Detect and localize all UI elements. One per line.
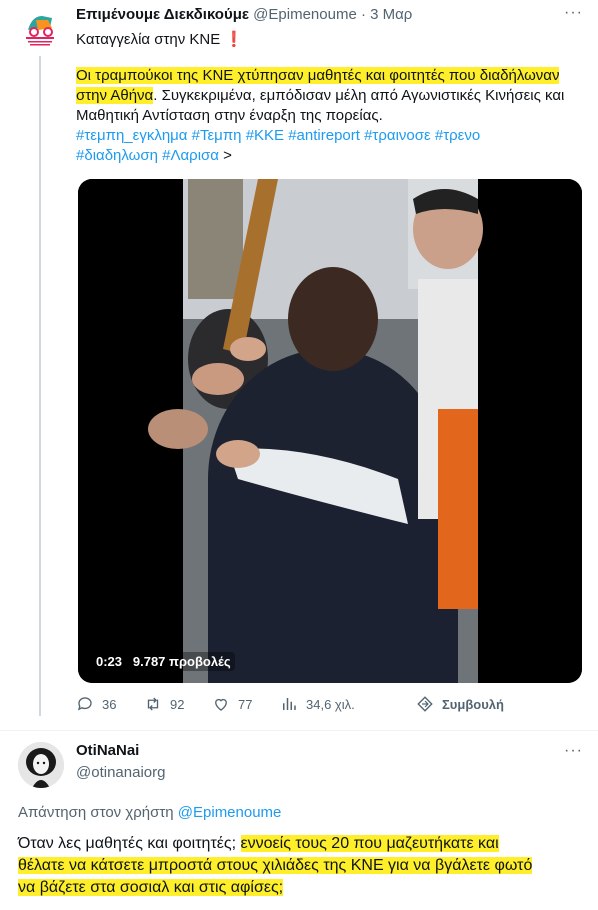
retweet-count: 92 xyxy=(170,696,185,712)
author-name[interactable]: Επιμένουμε Διεκδικούμε xyxy=(76,6,249,23)
retweet-button[interactable]: 92 xyxy=(144,695,184,713)
reply-author-name[interactable]: OtiNaNai xyxy=(76,742,139,759)
more-options-icon[interactable]: ··· xyxy=(564,4,583,22)
video-frame-image xyxy=(78,179,582,683)
exclamation-icon: ❗ xyxy=(224,31,244,48)
reply-icon xyxy=(77,697,92,711)
promote-icon xyxy=(417,696,433,712)
hashtags[interactable]: #διαδηλωση #Λαρισα xyxy=(76,147,219,164)
like-button[interactable]: 77 xyxy=(212,695,252,713)
reply-author-handle[interactable]: @otinanaiorg xyxy=(76,764,165,781)
highlighted-text: στην Αθήνα xyxy=(76,87,154,104)
advice-label: Συμβουλή xyxy=(442,696,504,712)
logo-icon xyxy=(18,6,62,50)
video-info: 0:23 9.787 προβολές xyxy=(92,652,235,671)
retweet-icon xyxy=(147,697,159,711)
tweet-headline: Καταγγελία στην ΚΝΕ ❗ xyxy=(76,30,243,50)
video-views: 9.787 προβολές xyxy=(132,654,231,669)
show-more-link[interactable]: > xyxy=(223,147,232,164)
views-button[interactable]: 34,6 χιλ. xyxy=(280,695,355,713)
video-player[interactable]: 0:23 9.787 προβολές xyxy=(78,179,582,683)
reply-author-avatar[interactable] xyxy=(18,742,64,788)
like-count: 77 xyxy=(238,696,253,712)
headline-text: Καταγγελία στην ΚΝΕ xyxy=(76,31,221,48)
reply-more-options-icon[interactable]: ··· xyxy=(564,742,583,760)
views-count: 34,6 χιλ. xyxy=(306,696,355,712)
tweet-header: Επιμένουμε Διεκδικούμε @Epimenoume · 3 Μ… xyxy=(76,6,413,23)
highlighted-text: Οι τραμπούκοι της ΚΝΕ χτύπησαν μαθητές κ… xyxy=(76,67,560,84)
portrait-avatar-icon xyxy=(18,742,64,788)
tweet-divider xyxy=(0,730,598,731)
reply-text: Όταν λες μαθητές και φοιτητές; xyxy=(18,835,237,852)
replying-prefix: Απάντηση στον χρήστη xyxy=(18,804,174,821)
video-duration: 0:23 xyxy=(96,654,123,669)
highlighted-text: να βάζετε στα σοσιαλ και στις αφίσες; xyxy=(18,879,284,896)
hashtags[interactable]: #τεμπη_εγκλημα #Τεμπη #ΚΚΕ #antireport #… xyxy=(76,126,584,146)
author-avatar[interactable] xyxy=(18,6,62,50)
body-text: Μαθητική Αντίσταση στην έναρξη της πορεί… xyxy=(76,107,383,124)
advice-button[interactable]: Συμβουλή xyxy=(416,695,504,713)
highlighted-text: εννοείς τους 20 που μαζευτήκατε και xyxy=(240,835,499,852)
reply-body: Όταν λες μαθητές και φοιτητές; εννοείς τ… xyxy=(18,833,533,899)
body-text: . Συγκεκριμένα, εμπόδισαν μέλη από Αγωνι… xyxy=(153,87,565,104)
thread-line xyxy=(39,56,41,716)
tweet-body: Οι τραμπούκοι της ΚΝΕ χτύπησαν μαθητές κ… xyxy=(76,66,584,166)
heart-icon xyxy=(215,698,227,711)
reply-count: 36 xyxy=(102,696,117,712)
highlighted-text: θέλατε να κάτσετε μπροστά στους χιλιάδες… xyxy=(18,857,533,874)
views-chart-icon xyxy=(283,698,296,710)
replying-handle[interactable]: @Epimenoume xyxy=(178,804,282,821)
author-handle[interactable]: @Epimenoume xyxy=(253,6,357,23)
reply-button[interactable]: 36 xyxy=(76,695,116,713)
tweet-actions: 36 92 77 34,6 χιλ. Συμβουλή xyxy=(76,695,596,719)
replying-to: Απάντηση στον χρήστη @Epimenoume xyxy=(18,804,281,821)
tweet-date[interactable]: 3 Μαρ xyxy=(370,6,412,23)
